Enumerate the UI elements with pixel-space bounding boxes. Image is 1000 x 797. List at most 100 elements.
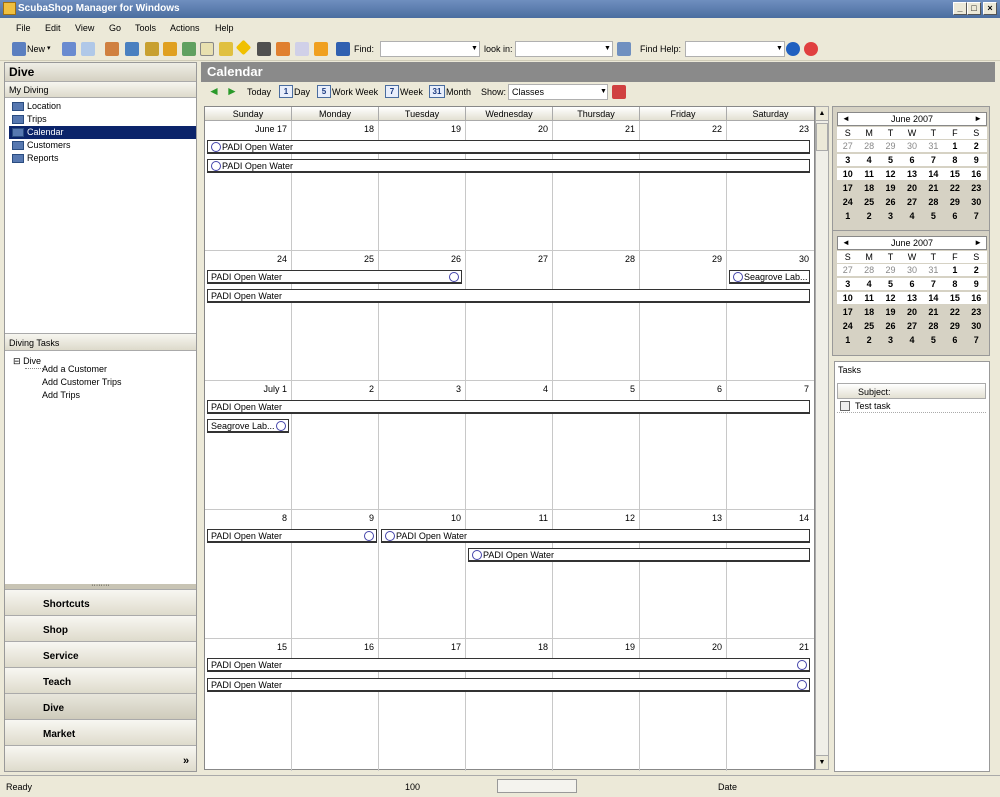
day-cell[interactable]: 18: [292, 123, 378, 135]
nav-market[interactable]: Market: [5, 719, 196, 745]
nav-shop[interactable]: Shop: [5, 615, 196, 641]
close-button[interactable]: ×: [983, 2, 997, 15]
calendar-event[interactable]: PADI Open Water: [207, 140, 810, 154]
print-icon[interactable]: [62, 42, 76, 56]
day-cell[interactable]: 14: [727, 512, 813, 524]
day-cell[interactable]: 17: [379, 641, 465, 653]
day-cell[interactable]: 27: [466, 253, 552, 265]
scroll-up-icon[interactable]: ▲: [816, 107, 828, 121]
next-month-icon[interactable]: ►: [974, 113, 982, 125]
day-cell[interactable]: 20: [466, 123, 552, 135]
tree-item-customers[interactable]: Customers: [9, 139, 196, 152]
day-cell[interactable]: 22: [640, 123, 726, 135]
calendar-event[interactable]: Seagrove Lab...: [729, 270, 810, 284]
tree-item-trips[interactable]: Trips: [9, 113, 196, 126]
home-icon[interactable]: [105, 42, 119, 56]
contact-card-icon[interactable]: [125, 42, 139, 56]
show-select[interactable]: Classes: [508, 84, 608, 100]
scroll-down-icon[interactable]: ▼: [816, 755, 828, 769]
help-icon[interactable]: [786, 42, 800, 56]
next-month-icon[interactable]: ►: [974, 237, 982, 249]
day-cell[interactable]: 8: [205, 512, 291, 524]
month-view-button[interactable]: Month: [446, 87, 471, 97]
mini-calendar-week[interactable]: 27 28 29 30 31 1 2: [837, 140, 987, 152]
calendar-event[interactable]: PADI Open Water: [207, 270, 462, 284]
day-cell[interactable]: 6: [640, 383, 726, 395]
document-icon[interactable]: [200, 42, 214, 56]
calendar-event[interactable]: PADI Open Water: [207, 529, 377, 543]
calendar-event[interactable]: PADI Open Water: [207, 159, 810, 173]
tree-item-location[interactable]: Location: [9, 100, 196, 113]
nav-service[interactable]: Service: [5, 641, 196, 667]
nav-teach[interactable]: Teach: [5, 667, 196, 693]
day-cell[interactable]: 11: [466, 512, 552, 524]
task-add-customer-trips[interactable]: Add Customer Trips: [42, 377, 122, 387]
day-cell[interactable]: 12: [553, 512, 639, 524]
work-week-icon[interactable]: 5: [317, 85, 331, 98]
scroll-thumb[interactable]: [816, 123, 828, 151]
calendar-event[interactable]: PADI Open Water: [207, 400, 810, 414]
menu-file[interactable]: File: [16, 23, 31, 33]
mini-calendar-week[interactable]: 24 25 26 27 28 29 30: [837, 320, 987, 332]
mini-calendar-week[interactable]: 17 18 19 20 21 22 23: [837, 182, 987, 194]
calendar-event[interactable]: PADI Open Water: [381, 529, 810, 543]
findhelp-input[interactable]: [685, 41, 785, 57]
menu-edit[interactable]: Edit: [45, 23, 61, 33]
mini-calendar-week[interactable]: 1234567: [837, 210, 987, 222]
day-cell[interactable]: 24: [205, 253, 291, 265]
day-cell[interactable]: 4: [466, 383, 552, 395]
show-dropdown-icon[interactable]: ▼: [600, 88, 607, 95]
note-icon[interactable]: [276, 42, 290, 56]
day-cell[interactable]: 28: [553, 253, 639, 265]
day-cell[interactable]: 26: [379, 253, 465, 265]
checklist-icon[interactable]: [295, 42, 309, 56]
day-cell[interactable]: 13: [640, 512, 726, 524]
day-cell[interactable]: 19: [379, 123, 465, 135]
group-icon[interactable]: [163, 42, 177, 56]
lifebuoy-icon[interactable]: [804, 42, 818, 56]
findhelp-dropdown-icon[interactable]: ▼: [776, 45, 783, 52]
find-input[interactable]: [380, 41, 480, 57]
nav-more-button[interactable]: »: [5, 745, 196, 771]
task-add-customer[interactable]: Add a Customer: [42, 364, 107, 374]
tree-item-reports[interactable]: Reports: [9, 152, 196, 165]
day-cell[interactable]: 16: [292, 641, 378, 653]
mini-calendar-week[interactable]: 10 11 12 13 14 15 16: [837, 292, 987, 304]
menu-help[interactable]: Help: [215, 23, 234, 33]
day-cell[interactable]: 7: [727, 383, 813, 395]
camera-icon[interactable]: [257, 42, 271, 56]
day-cell[interactable]: 18: [466, 641, 552, 653]
tools-icon[interactable]: [219, 42, 233, 56]
calendar-event[interactable]: PADI Open Water: [468, 548, 810, 562]
day-cell[interactable]: June 17: [205, 123, 291, 135]
day-cell[interactable]: 2: [292, 383, 378, 395]
tree-collapse-icon[interactable]: ⊟: [13, 356, 21, 366]
today-button[interactable]: Today: [247, 87, 271, 97]
menu-actions[interactable]: Actions: [170, 23, 200, 33]
day-cell[interactable]: 15: [205, 641, 291, 653]
task-add-trips[interactable]: Add Trips: [42, 390, 80, 400]
mini-calendar-week[interactable]: 3456789: [837, 278, 987, 290]
menu-view[interactable]: View: [75, 23, 94, 33]
print-preview-icon[interactable]: [81, 42, 95, 56]
mini-calendar-week[interactable]: 27 28 29 30 31 1 2: [837, 264, 987, 276]
prev-month-icon[interactable]: ◄: [842, 113, 850, 125]
new-button[interactable]: New: [27, 44, 45, 54]
calendar-scrollbar[interactable]: ▲ ▼: [815, 106, 829, 770]
day-cell[interactable]: 23: [727, 123, 813, 135]
customers-icon[interactable]: [145, 42, 159, 56]
prev-month-icon[interactable]: ◄: [842, 237, 850, 249]
day-cell[interactable]: 21: [727, 641, 813, 653]
binoculars-icon[interactable]: [617, 42, 631, 56]
work-week-button[interactable]: Work Week: [332, 87, 378, 97]
forward-arrow-icon[interactable]: ►: [226, 84, 238, 98]
day-cell[interactable]: 19: [553, 641, 639, 653]
calendar-event[interactable]: PADI Open Water: [207, 289, 810, 303]
day-view-icon[interactable]: 1: [279, 85, 293, 98]
day-cell[interactable]: 30: [727, 253, 813, 265]
mini-calendar-week[interactable]: 24 25 26 27 28 29 30: [837, 196, 987, 208]
maximize-button[interactable]: □: [967, 2, 981, 15]
lookin-dropdown-icon[interactable]: ▼: [604, 45, 611, 52]
day-cell[interactable]: 5: [553, 383, 639, 395]
back-arrow-icon[interactable]: ◄: [208, 84, 220, 98]
